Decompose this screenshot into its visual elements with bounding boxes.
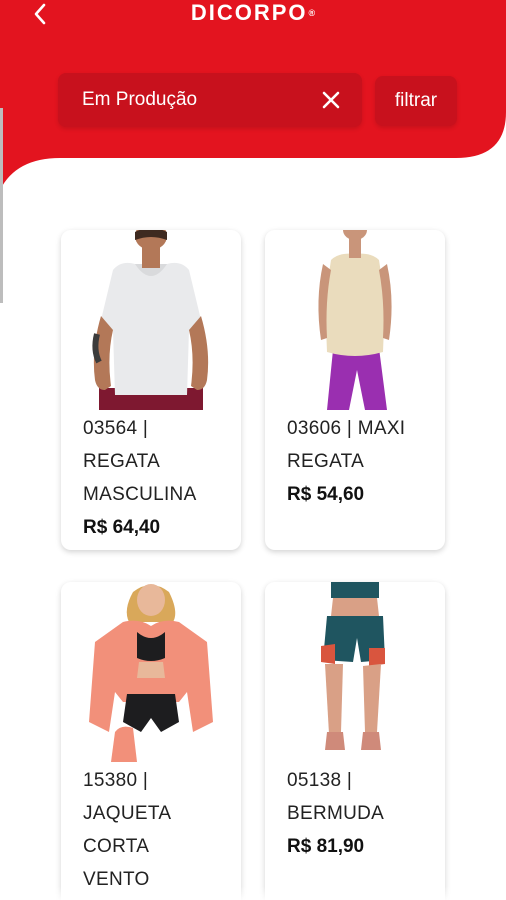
bottom-fade bbox=[0, 886, 506, 900]
product-name-line: MASCULINA bbox=[83, 484, 197, 505]
product-card-03606[interactable]: 03606 | MAXI REGATA R$ 54,60 bbox=[265, 230, 445, 550]
product-code: 03606 | MAXI bbox=[287, 418, 406, 439]
product-price: R$ 54,60 bbox=[287, 484, 365, 505]
product-code: 03564 | bbox=[83, 418, 149, 439]
product-name-line: BERMUDA bbox=[287, 803, 385, 824]
product-card-15380[interactable]: 15380 | JAQUETA CORTA VENTO bbox=[61, 582, 241, 900]
product-image-bermuda bbox=[265, 582, 445, 762]
product-image-jaqueta-corta-vento bbox=[61, 582, 241, 762]
search-input-value: Em Produção bbox=[82, 89, 198, 110]
product-card-05138[interactable]: 05138 | BERMUDA R$ 81,90 bbox=[265, 582, 445, 900]
product-image-maxi-regata bbox=[265, 230, 445, 410]
filter-button[interactable]: filtrar bbox=[375, 76, 457, 126]
product-image-regata-masculina bbox=[61, 230, 241, 410]
product-name-line: CORTA bbox=[83, 836, 150, 857]
brand-logo: DICORPO® bbox=[0, 0, 506, 26]
product-card-03564[interactable]: 03564 | REGATA MASCULINA R$ 64,40 bbox=[61, 230, 241, 550]
brand-text: DICORPO bbox=[190, 0, 308, 25]
brand-registered-mark: ® bbox=[308, 8, 316, 18]
product-name-line: JAQUETA bbox=[83, 803, 172, 824]
product-info: 15380 | JAQUETA CORTA VENTO bbox=[83, 764, 233, 896]
product-code: 05138 | bbox=[287, 770, 353, 791]
product-info: 03606 | MAXI REGATA R$ 54,60 bbox=[287, 412, 437, 511]
product-name-line: REGATA bbox=[83, 451, 161, 472]
product-price: R$ 64,40 bbox=[83, 517, 161, 538]
product-list-screen: DICORPO® Em Produção filtrar 03564 | REG… bbox=[0, 0, 506, 900]
search-input[interactable]: Em Produção bbox=[58, 73, 362, 127]
product-info: 05138 | BERMUDA R$ 81,90 bbox=[287, 764, 437, 863]
product-price: R$ 81,90 bbox=[287, 836, 365, 857]
product-info: 03564 | REGATA MASCULINA R$ 64,40 bbox=[83, 412, 233, 544]
app-header: DICORPO® Em Produção filtrar bbox=[0, 0, 506, 200]
side-drawer-handle[interactable] bbox=[0, 108, 3, 303]
product-code: 15380 | bbox=[83, 770, 149, 791]
close-icon[interactable] bbox=[318, 87, 344, 113]
product-name-line: REGATA bbox=[287, 451, 365, 472]
